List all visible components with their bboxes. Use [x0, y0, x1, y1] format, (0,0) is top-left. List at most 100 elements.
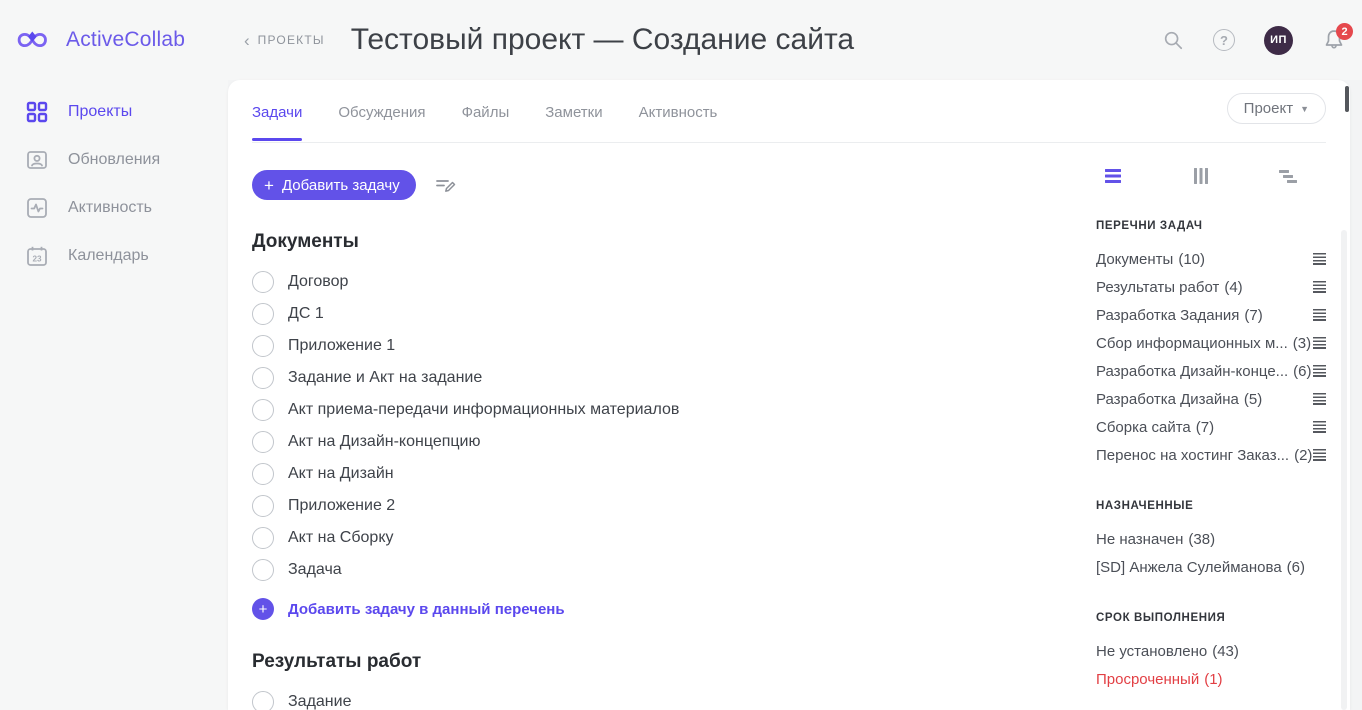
tab-activity[interactable]: Активность — [639, 104, 718, 140]
filter-item[interactable]: Сбор информационных м...(3) — [1096, 329, 1326, 357]
svg-text:23: 23 — [32, 255, 42, 264]
task-name[interactable]: Приложение 2 — [288, 497, 395, 515]
breadcrumb[interactable]: ‹ Проекты — [244, 32, 325, 49]
filter-item-name: Результаты работ — [1096, 279, 1219, 296]
task-name[interactable]: ДС 1 — [288, 305, 324, 323]
filter-item-count: (38) — [1188, 531, 1215, 548]
drag-handle-icon[interactable] — [1313, 449, 1326, 461]
task-name[interactable]: Акт на Дизайн-концепцию — [288, 433, 480, 451]
plus-icon: + — [264, 177, 274, 194]
task-row: Задача — [252, 554, 1050, 586]
tab-tasks[interactable]: Задачи — [252, 104, 302, 140]
content-row: + Добавить задачу Документы Договор ДС 1 Пр… — [252, 143, 1326, 710]
task-checkbox[interactable] — [252, 335, 274, 357]
top-header: ActiveCollab ‹ Проекты Тестовый проект —… — [0, 0, 1362, 80]
filter-section: ПЕРЕЧНИ ЗАДАЧДокументы(10)Результаты раб… — [1096, 220, 1326, 469]
task-checkbox[interactable] — [252, 691, 274, 710]
task-checkbox[interactable] — [252, 431, 274, 453]
sidebar-item-activity[interactable]: Активность — [0, 184, 228, 232]
filter-item[interactable]: Разработка Дизайн-конце...(6) — [1096, 357, 1326, 385]
filter-section-heading: НАЗНАЧЕННЫЕ — [1096, 500, 1326, 512]
column-view-icon[interactable] — [1191, 166, 1211, 186]
timeline-view-icon[interactable] — [1278, 166, 1298, 186]
brand-logo[interactable]: ActiveCollab — [0, 24, 228, 56]
project-menu-button[interactable]: Проект ▼ — [1227, 93, 1326, 124]
project-menu-label: Проект — [1244, 100, 1293, 117]
drag-handle-icon[interactable] — [1313, 421, 1326, 433]
task-name[interactable]: Задача — [288, 561, 342, 579]
drag-handle-icon[interactable] — [1313, 281, 1326, 293]
filter-item-name: Перенос на хостинг Заказ... — [1096, 447, 1289, 464]
filter-item[interactable]: Разработка Дизайна(5) — [1096, 385, 1326, 413]
filter-item[interactable]: Перенос на хостинг Заказ... (2) — [1096, 441, 1326, 469]
right-panel: ПЕРЕЧНИ ЗАДАЧДокументы(10)Результаты раб… — [1080, 143, 1326, 710]
task-checkbox[interactable] — [252, 559, 274, 581]
panel-scroll-track[interactable] — [1341, 230, 1347, 710]
help-icon[interactable]: ? — [1213, 29, 1235, 51]
projects-grid-icon — [26, 101, 48, 123]
task-name[interactable]: Акт на Дизайн — [288, 465, 394, 483]
task-checkbox[interactable] — [252, 399, 274, 421]
notifications-bell-icon[interactable]: 2 — [1322, 28, 1346, 52]
sidebar-item-calendar[interactable]: 23 Календарь — [0, 232, 228, 280]
task-checkbox[interactable] — [252, 527, 274, 549]
filter-item-name: Сбор информационных м... — [1096, 335, 1288, 352]
drag-handle-icon[interactable] — [1313, 365, 1326, 377]
edit-tasks-icon[interactable] — [434, 174, 456, 196]
task-name[interactable]: Задание и Акт на задание — [288, 369, 482, 387]
plus-icon: + — [252, 598, 274, 620]
task-row: Задание и Акт на задание — [252, 362, 1050, 394]
filter-item[interactable]: Просроченный(1) — [1096, 665, 1326, 693]
filter-item[interactable]: [SD] Анжела Сулейманова(6) — [1096, 553, 1326, 581]
filter-section: НАЗНАЧЕННЫЕ Не назначен (38) [SD] Анжела Су… — [1096, 500, 1326, 581]
filter-item-count: (7) — [1196, 419, 1214, 436]
filter-item[interactable]: Разработка Задания(7) — [1096, 301, 1326, 329]
task-name[interactable]: Акт на Сборку — [288, 529, 394, 547]
page-title: Тестовый проект — Создание сайта — [351, 23, 854, 57]
add-task-button[interactable]: + Добавить задачу — [252, 170, 416, 200]
list-view-icon[interactable] — [1104, 166, 1124, 186]
filter-item[interactable]: Не установлено(43) — [1096, 637, 1326, 665]
filter-item-name: Разработка Дизайн-конце... — [1096, 363, 1288, 380]
task-row: Акт на Сборку — [252, 522, 1050, 554]
filter-item[interactable]: Результаты работ(4) — [1096, 273, 1326, 301]
task-checkbox[interactable] — [252, 303, 274, 325]
search-icon[interactable] — [1162, 29, 1184, 51]
vertical-scrollbar[interactable] — [1345, 86, 1349, 112]
task-name[interactable]: Договор — [288, 273, 348, 291]
filter-item-name: Документы — [1096, 251, 1173, 268]
task-row: Акт на Дизайн-концепцию — [252, 426, 1050, 458]
task-checkbox[interactable] — [252, 463, 274, 485]
filter-item-count: (2) — [1294, 447, 1312, 464]
drag-handle-icon[interactable] — [1313, 337, 1326, 349]
sidebar-item-updates[interactable]: Обновления — [0, 136, 228, 184]
task-checkbox[interactable] — [252, 367, 274, 389]
filter-item-name: Просроченный — [1096, 671, 1199, 688]
task-row: Договор — [252, 266, 1050, 298]
filter-item[interactable]: Документы(10) — [1096, 245, 1326, 273]
avatar[interactable]: ИП — [1264, 26, 1293, 55]
drag-handle-icon[interactable] — [1313, 393, 1326, 405]
filter-item[interactable]: Не назначен (38) — [1096, 525, 1326, 553]
add-task-to-list-label: Добавить задачу в данный перечень — [288, 601, 565, 618]
sidebar-item-projects[interactable]: Проекты — [0, 88, 228, 136]
filter-item-name: Не назначен — [1096, 531, 1183, 548]
drag-handle-icon[interactable] — [1313, 309, 1326, 321]
task-row: ДС 1 — [252, 298, 1050, 330]
task-name[interactable]: Акт приема-передачи информационных матер… — [288, 401, 679, 419]
task-checkbox[interactable] — [252, 271, 274, 293]
task-checkbox[interactable] — [252, 495, 274, 517]
tab-files[interactable]: Файлы — [462, 104, 510, 140]
tab-discussions[interactable]: Обсуждения — [338, 104, 425, 140]
filter-item[interactable]: Сборка сайта(7) — [1096, 413, 1326, 441]
add-task-to-list-link[interactable]: + Добавить задачу в данный перечень — [252, 598, 1050, 620]
task-list-area: + Добавить задачу ДокументыДоговорДС 1Пр… — [252, 143, 1080, 710]
drag-handle-icon[interactable] — [1313, 253, 1326, 265]
sidebar-item-label: Календарь — [68, 247, 149, 265]
filter-item-count: (6) — [1287, 559, 1305, 576]
breadcrumb-label: Проекты — [258, 33, 325, 47]
tab-notes[interactable]: Заметки — [545, 104, 602, 140]
filter-item-name: Разработка Задания — [1096, 307, 1239, 324]
task-name[interactable]: Задание — [288, 693, 351, 710]
task-name[interactable]: Приложение 1 — [288, 337, 395, 355]
